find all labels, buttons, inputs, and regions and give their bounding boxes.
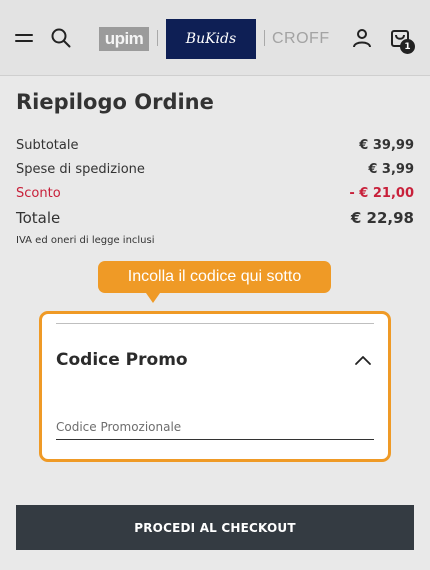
- brand-divider: [264, 30, 265, 46]
- discount-value: - € 21,00: [349, 186, 414, 201]
- bukids-logo[interactable]: BuKids: [166, 19, 256, 59]
- subtotal-value: € 39,99: [359, 138, 414, 153]
- promo-code-panel: Codice Promo: [39, 311, 391, 462]
- shipping-label: Spese di spedizione: [16, 162, 145, 177]
- total-value: € 22,98: [350, 209, 414, 227]
- user-icon[interactable]: [350, 26, 374, 50]
- menu-icon[interactable]: [12, 26, 36, 50]
- total-row: Totale € 22,98: [16, 209, 414, 227]
- promo-divider: [56, 323, 374, 324]
- brand-divider: [157, 30, 158, 46]
- upim-logo[interactable]: upim: [99, 27, 149, 51]
- chevron-up-icon[interactable]: [352, 352, 374, 368]
- shipping-value: € 3,99: [368, 162, 414, 177]
- tax-note: IVA ed oneri di legge inclusi: [16, 235, 155, 246]
- promo-tooltip: Incolla il codice qui sotto: [98, 261, 331, 293]
- order-summary-title: Riepilogo Ordine: [16, 90, 214, 114]
- subtotal-row: Subtotale € 39,99: [16, 138, 414, 153]
- search-icon[interactable]: [49, 26, 73, 50]
- checkout-button[interactable]: PROCEDI AL CHECKOUT: [16, 505, 414, 550]
- total-label: Totale: [16, 209, 61, 227]
- tooltip-arrow: [146, 293, 160, 303]
- cart-count-badge: 1: [400, 39, 415, 54]
- croff-logo[interactable]: CROFF: [272, 30, 330, 48]
- discount-label: Sconto: [16, 186, 61, 201]
- subtotal-label: Subtotale: [16, 138, 79, 153]
- site-header: upim BuKids CROFF 1: [0, 0, 430, 76]
- promo-code-input[interactable]: [56, 414, 374, 440]
- shipping-row: Spese di spedizione € 3,99: [16, 162, 414, 177]
- promo-title[interactable]: Codice Promo: [56, 350, 188, 370]
- discount-row: Sconto - € 21,00: [16, 186, 414, 201]
